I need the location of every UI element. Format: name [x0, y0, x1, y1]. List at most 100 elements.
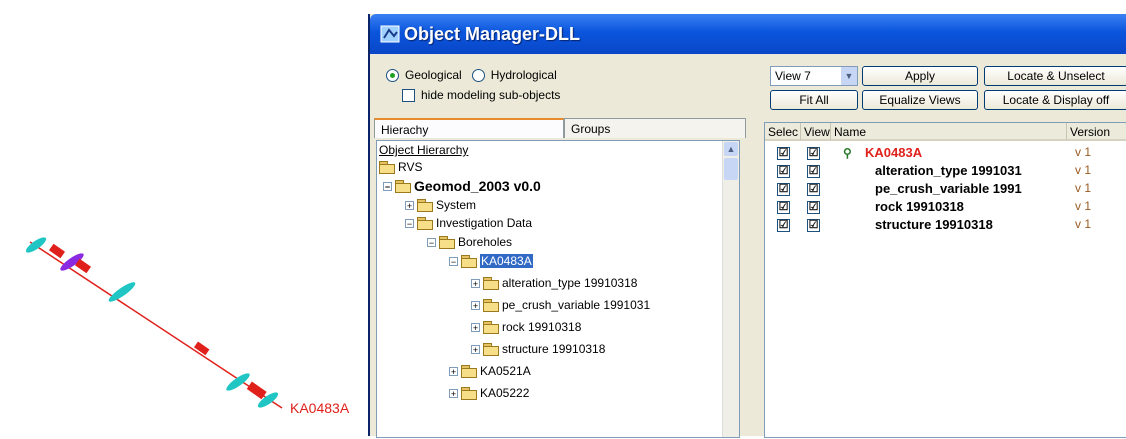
select-checkbox[interactable]: ☑ — [777, 165, 790, 178]
row-name: alteration_type 1991031 — [875, 163, 1022, 178]
tree-node-label: rock 19910318 — [502, 320, 582, 334]
folder-icon — [461, 387, 477, 400]
tree-node-ka0483a[interactable]: − KA0483A — [449, 253, 533, 269]
table-row[interactable]: ☑ ☑ pe_crush_variable 1991 v 1 — [765, 181, 1126, 199]
expand-icon[interactable]: + — [405, 200, 414, 210]
tree-header[interactable]: Object Hierarchy — [379, 143, 719, 159]
tree-node-pe-crush-variable[interactable]: + pe_crush_variable 1991031 — [471, 297, 650, 313]
open-folder-icon — [379, 161, 395, 174]
row-name: structure 19910318 — [875, 217, 993, 232]
tab-hierarchy[interactable]: Hierachy — [374, 118, 564, 138]
tree-node-structure[interactable]: + structure 19910318 — [471, 341, 605, 357]
tree-node-label: KA0521A — [480, 364, 531, 378]
hide-subobjects-row: hide modeling sub-objects — [402, 88, 560, 102]
folder-icon — [483, 299, 499, 312]
hydrological-label: Hydrological — [490, 68, 557, 82]
expand-icon[interactable]: + — [449, 366, 458, 376]
view-pane: View 7 ▼ Apply Locate & Unselect Fit All… — [762, 58, 1126, 438]
column-header-select[interactable]: Selec — [765, 123, 801, 141]
tree-node-rvs[interactable]: RVS — [379, 159, 422, 175]
scroll-thumb[interactable] — [724, 158, 738, 180]
tree-node-label: Investigation Data — [436, 216, 533, 230]
tree-node-label: RVS — [398, 160, 423, 174]
table-row[interactable]: ☑ ☑ ⚲ KA0483A v 1 — [765, 145, 1126, 163]
collapse-icon[interactable]: − — [449, 256, 458, 266]
row-version: v 1 — [1075, 217, 1092, 231]
3d-viewport[interactable]: KA0483A — [0, 0, 370, 436]
app-icon — [380, 24, 400, 44]
expand-icon[interactable]: + — [471, 322, 480, 332]
locate-display-off-button[interactable]: Locate & Display off — [984, 90, 1126, 110]
equalize-views-button[interactable]: Equalize Views — [862, 90, 978, 110]
column-header-view[interactable]: View — [801, 123, 831, 141]
tree-node-ka0521a[interactable]: + KA0521A — [449, 363, 531, 379]
folder-icon — [483, 321, 499, 334]
expand-icon[interactable]: + — [471, 344, 480, 354]
object-tree[interactable]: Object Hierarchy ▲ RVS − Geomod_2003 v0.… — [376, 140, 740, 438]
folder-icon — [461, 365, 477, 378]
row-name: KA0483A — [865, 145, 923, 160]
tree-node-investigation-data[interactable]: − Investigation Data — [405, 215, 532, 231]
collapse-icon[interactable]: − — [427, 237, 436, 247]
view-select-value: View 7 — [775, 69, 811, 83]
view-checkbox[interactable]: ☑ — [807, 165, 820, 178]
open-folder-icon — [439, 236, 455, 249]
apply-button[interactable]: Apply — [862, 66, 978, 86]
expand-icon[interactable]: + — [449, 388, 458, 398]
open-folder-icon — [461, 255, 477, 268]
view-checkbox[interactable]: ☑ — [807, 219, 820, 232]
table-row[interactable]: ☑ ☑ alteration_type 1991031 v 1 — [765, 163, 1126, 181]
chevron-down-icon[interactable]: ▼ — [841, 67, 857, 85]
tree-node-label: structure 19910318 — [502, 342, 606, 356]
tree-node-label: Geomod_2003 v0.0 — [414, 178, 541, 194]
select-checkbox[interactable]: ☑ — [777, 183, 790, 196]
tree-node-label: pe_crush_variable 1991031 — [502, 298, 651, 312]
tree-node-label: alteration_type 19910318 — [502, 276, 638, 290]
pane-tabs: Hierachy Groups — [374, 118, 746, 138]
tree-node-system[interactable]: + System — [405, 197, 476, 213]
domain-radio-group: Geological Hydrological — [386, 66, 557, 84]
column-header-name[interactable]: Name — [831, 123, 1067, 141]
table-row[interactable]: ☑ ☑ structure 19910318 v 1 — [765, 217, 1126, 235]
tree-node-alteration-type[interactable]: + alteration_type 19910318 — [471, 275, 637, 291]
object-grid[interactable]: Selec View Name Version ☑ ☑ ⚲ KA0483A v … — [764, 122, 1126, 438]
open-folder-icon — [395, 180, 411, 193]
tree-node-label-selected: KA0483A — [480, 254, 533, 268]
select-checkbox[interactable]: ☑ — [777, 219, 790, 232]
tree-node-rock[interactable]: + rock 19910318 — [471, 319, 581, 335]
collapse-icon[interactable]: − — [383, 181, 392, 191]
column-header-version[interactable]: Version — [1067, 123, 1126, 141]
row-version: v 1 — [1075, 145, 1092, 159]
tree-scrollbar[interactable]: ▲ — [722, 141, 739, 437]
tree-node-ka05222[interactable]: + KA05222 — [449, 385, 529, 401]
tab-groups[interactable]: Groups — [564, 118, 746, 138]
borehole-object-icon: ⚲ — [843, 146, 852, 160]
expand-icon[interactable]: + — [471, 278, 480, 288]
folder-icon — [483, 343, 499, 356]
tree-node-geomod[interactable]: − Geomod_2003 v0.0 — [383, 178, 541, 194]
locate-unselect-button[interactable]: Locate & Unselect — [984, 66, 1126, 86]
hydrological-radio[interactable] — [471, 68, 485, 82]
select-checkbox[interactable]: ☑ — [777, 147, 790, 160]
geological-label: Geological — [405, 68, 462, 82]
object-manager-window: Object Manager-DLL Geological Hydrologic… — [368, 14, 1126, 438]
view-select[interactable]: View 7 ▼ — [770, 66, 858, 86]
view-checkbox[interactable]: ☑ — [807, 183, 820, 196]
hide-subobjects-checkbox[interactable] — [402, 88, 415, 102]
tree-node-boreholes[interactable]: − Boreholes — [427, 234, 512, 250]
view-checkbox[interactable]: ☑ — [807, 201, 820, 214]
fracture-disk — [226, 373, 250, 391]
row-version: v 1 — [1075, 181, 1092, 195]
window-title: Object Manager-DLL — [404, 24, 581, 44]
tree-node-label: System — [436, 198, 477, 212]
select-checkbox[interactable]: ☑ — [777, 201, 790, 214]
fit-all-button[interactable]: Fit All — [770, 90, 858, 110]
view-checkbox[interactable]: ☑ — [807, 147, 820, 160]
geological-radio[interactable] — [386, 68, 399, 82]
interval-marker — [193, 341, 210, 356]
scroll-up-icon[interactable]: ▲ — [724, 142, 738, 156]
title-bar[interactable]: Object Manager-DLL — [370, 14, 1126, 54]
collapse-icon[interactable]: − — [405, 218, 414, 228]
table-row[interactable]: ☑ ☑ rock 19910318 v 1 — [765, 199, 1126, 217]
expand-icon[interactable]: + — [471, 300, 480, 310]
